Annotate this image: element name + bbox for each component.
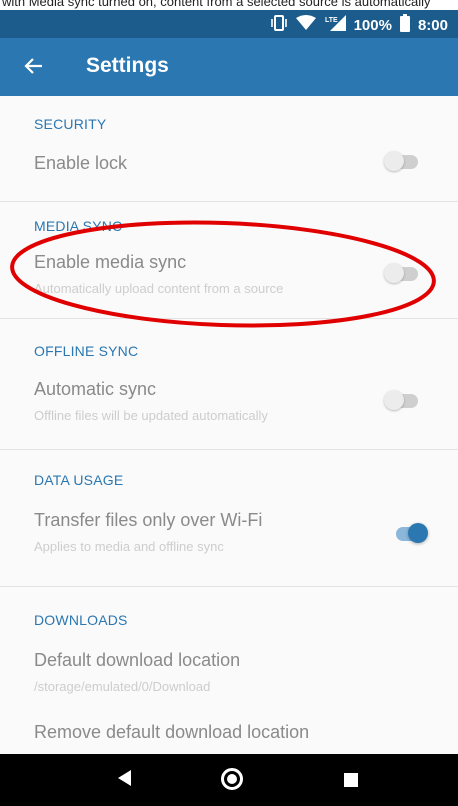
nav-back-icon[interactable]: [118, 770, 131, 786]
section-header-data-usage: DATA USAGE: [34, 472, 124, 488]
battery-percent: 100%: [353, 16, 392, 34]
annotation-ellipse: [10, 220, 436, 328]
red-ellipse-annotation: [10, 220, 436, 328]
section-data-usage: DATA USAGE Transfer files only over Wi-F…: [0, 450, 458, 587]
pref-title: Transfer files only over Wi-Fi: [34, 510, 263, 530]
nav-recents-icon[interactable]: [344, 773, 358, 787]
pref-title: Enable lock: [34, 153, 128, 173]
automatic-sync-switch[interactable]: [384, 389, 420, 413]
partial-text-strip: with Media sync turned on, content from …: [0, 0, 458, 10]
wifi-icon: [295, 15, 316, 35]
pref-summary: /storage/emulated/0/Download: [34, 679, 211, 694]
clock: 8:00: [417, 16, 448, 34]
section-header-offline-sync: OFFLINE SYNC: [34, 343, 139, 359]
pref-summary: Offline files will be updated automatica…: [34, 408, 268, 423]
pref-title: Automatic sync: [34, 379, 157, 399]
back-arrow-icon[interactable]: [20, 52, 48, 80]
pref-summary: Applies to media and offline sync: [34, 539, 224, 554]
app-bar: Settings: [0, 38, 458, 96]
wifi-only-switch[interactable]: [392, 522, 428, 546]
navigation-bar: [0, 754, 458, 806]
vibrate-icon: [270, 15, 288, 35]
nav-home-icon[interactable]: [221, 768, 243, 790]
enable-lock-switch[interactable]: [384, 150, 420, 174]
section-header-downloads: DOWNLOADS: [34, 612, 128, 628]
section-header-security: SECURITY: [34, 116, 107, 132]
partial-text: with Media sync turned on, content from …: [2, 0, 431, 9]
pref-title: Default download location: [34, 650, 241, 670]
pref-title: Remove default download location: [34, 722, 310, 742]
battery-icon: [399, 14, 410, 36]
settings-list: SECURITY Enable lock MEDIA SYNC Enable m…: [0, 96, 458, 754]
status-bar: LTE 100% 8:00: [0, 10, 458, 38]
svg-text:LTE: LTE: [325, 17, 338, 24]
section-downloads: DOWNLOADS Default download location /sto…: [0, 587, 458, 754]
section-offline-sync: OFFLINE SYNC Automatic sync Offline file…: [0, 319, 458, 450]
section-security: SECURITY Enable lock: [0, 96, 458, 202]
signal-lte-icon: LTE: [324, 15, 346, 35]
page-title: Settings: [86, 54, 169, 77]
